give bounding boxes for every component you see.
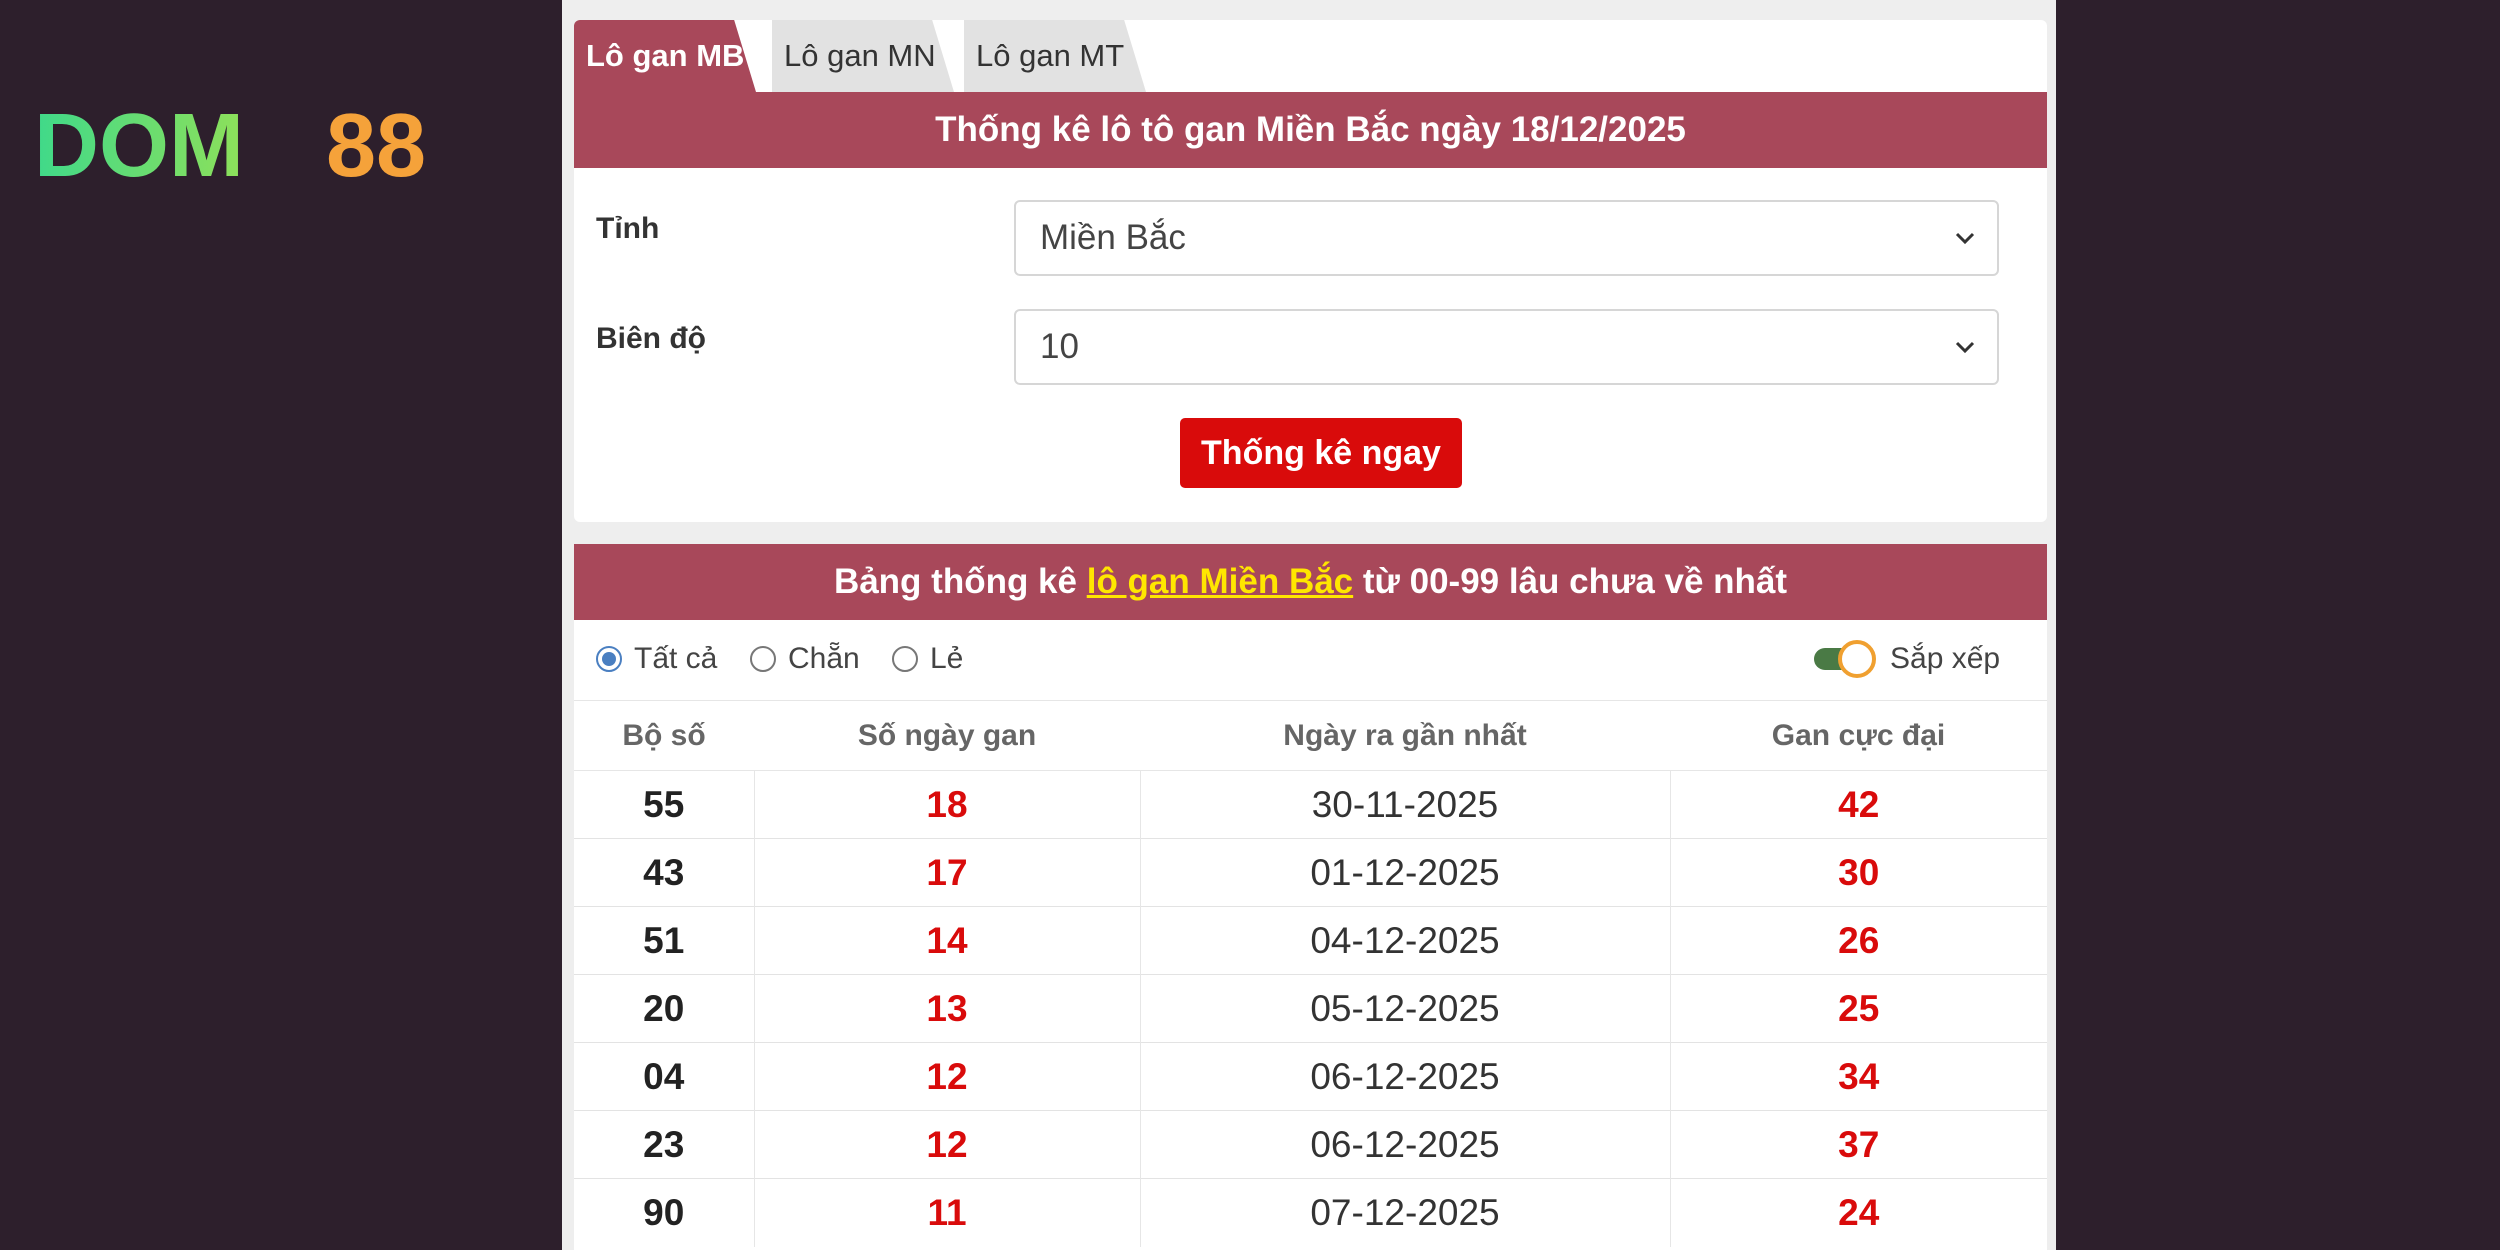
cell-last-date: 04-12-2025 — [1139, 906, 1670, 975]
tab-lo-gan-mb[interactable]: Lô gan MB — [574, 20, 756, 92]
table-row: 51 14 04-12-2025 26 — [574, 906, 2047, 975]
svg-text:88: 88 — [326, 104, 426, 186]
radio-label: Tất cả — [634, 642, 718, 675]
tab-label: Lô gan MB — [586, 38, 745, 73]
main-panel: Lô gan MB Lô gan MN Lô gan MT Thống kê l… — [562, 0, 2056, 1250]
cell-number: 55 — [574, 770, 754, 839]
table-row: 23 12 06-12-2025 37 — [574, 1110, 2047, 1179]
cell-days: 14 — [753, 906, 1140, 975]
filter-card: Lô gan MB Lô gan MN Lô gan MT Thống kê l… — [574, 20, 2047, 522]
dom88-logo: DOM 88 — [34, 104, 426, 186]
table-row: 55 18 30-11-2025 42 — [574, 770, 2047, 839]
range-select[interactable]: 10 — [1014, 309, 1999, 385]
radio-label: Lẻ — [930, 642, 964, 675]
cell-days: 17 — [753, 838, 1140, 907]
range-label: Biên độ — [596, 322, 706, 355]
radio-odd[interactable]: Lẻ — [892, 642, 963, 676]
svg-text:DOM: DOM — [34, 104, 244, 186]
tab-label: Lô gan MN — [784, 38, 936, 73]
cell-number: 43 — [574, 838, 754, 907]
tab-label: Lô gan MT — [976, 38, 1125, 73]
range-value: 10 — [1040, 327, 1079, 366]
col-gan-cuc-dai: Gan cực đại — [1670, 700, 2047, 771]
cell-last-date: 07-12-2025 — [1139, 1178, 1670, 1247]
sort-toggle[interactable] — [1814, 640, 1876, 678]
cell-max-gan: 26 — [1669, 906, 2047, 975]
radio-even[interactable]: Chẵn — [750, 642, 860, 676]
radio-all[interactable]: Tất cả — [596, 642, 717, 676]
radio-dot — [750, 646, 776, 672]
cell-max-gan: 24 — [1669, 1178, 2047, 1247]
heading-link[interactable]: lô gan Miền Bắc — [1087, 562, 1353, 602]
cell-last-date: 06-12-2025 — [1139, 1042, 1670, 1111]
cell-number: 20 — [574, 974, 754, 1043]
radio-label: Chẵn — [788, 642, 860, 675]
tab-bar: Lô gan MB Lô gan MN Lô gan MT — [574, 20, 2047, 92]
stats-card: Bảng thống kê lô gan Miền Bắc từ 00-99 l… — [574, 544, 2047, 1250]
filter-bar: Tất cả Chẵn Lẻ Sắp xếp — [574, 620, 2047, 700]
heading-text: Bảng thống kê — [833, 562, 1087, 601]
toggle-knob — [1838, 640, 1876, 678]
cell-days: 18 — [753, 770, 1140, 839]
cell-number: 04 — [574, 1042, 754, 1111]
table-row: 04 12 06-12-2025 34 — [574, 1042, 2047, 1111]
cell-max-gan: 42 — [1669, 770, 2047, 839]
tab-lo-gan-mn[interactable]: Lô gan MN — [772, 20, 954, 92]
cell-last-date: 30-11-2025 — [1139, 770, 1670, 839]
cell-last-date: 05-12-2025 — [1139, 974, 1670, 1043]
stats-heading: Bảng thống kê lô gan Miền Bắc từ 00-99 l… — [574, 544, 2047, 620]
cell-number: 23 — [574, 1110, 754, 1179]
cell-days: 12 — [753, 1110, 1140, 1179]
table-row: 90 11 07-12-2025 24 — [574, 1178, 2047, 1247]
col-so-ngay-gan: Số ngày gan — [754, 700, 1140, 771]
province-select[interactable]: Miền Bắc — [1014, 200, 1999, 276]
chevron-down-icon — [1955, 341, 1975, 354]
radio-dot — [596, 646, 622, 672]
col-ngay-ra-gan-nhat: Ngày ra gần nhất — [1140, 700, 1670, 771]
cell-last-date: 06-12-2025 — [1139, 1110, 1670, 1179]
sort-label: Sắp xếp — [1890, 642, 2001, 675]
cell-last-date: 01-12-2025 — [1139, 838, 1670, 907]
cell-days: 13 — [753, 974, 1140, 1043]
cell-days: 11 — [753, 1178, 1140, 1247]
table-row: 43 17 01-12-2025 30 — [574, 838, 2047, 907]
province-value: Miền Bắc — [1040, 218, 1186, 257]
col-bo-so: Bộ số — [574, 700, 754, 771]
cell-max-gan: 37 — [1669, 1110, 2047, 1179]
radio-dot — [892, 646, 918, 672]
table-header-row: Bộ số Số ngày gan Ngày ra gần nhất Gan c… — [574, 700, 2047, 771]
table-row: 20 13 05-12-2025 25 — [574, 974, 2047, 1043]
lo-gan-table: Bộ số Số ngày gan Ngày ra gần nhất Gan c… — [574, 700, 2047, 1247]
cell-max-gan: 30 — [1669, 838, 2047, 907]
cell-max-gan: 25 — [1669, 974, 2047, 1043]
submit-stat-button[interactable]: Thống kê ngay — [1180, 418, 1462, 488]
cell-max-gan: 34 — [1669, 1042, 2047, 1111]
cell-number: 90 — [574, 1178, 754, 1247]
cell-number: 51 — [574, 906, 754, 975]
chevron-down-icon — [1955, 232, 1975, 245]
tab-lo-gan-mt[interactable]: Lô gan MT — [964, 20, 1146, 92]
cell-days: 12 — [753, 1042, 1140, 1111]
heading-text: từ 00-99 lâu chưa về nhất — [1353, 562, 1788, 601]
form-title: Thống kê lô tô gan Miền Bắc ngày 18/12/2… — [574, 92, 2047, 168]
province-label: Tỉnh — [596, 212, 660, 245]
